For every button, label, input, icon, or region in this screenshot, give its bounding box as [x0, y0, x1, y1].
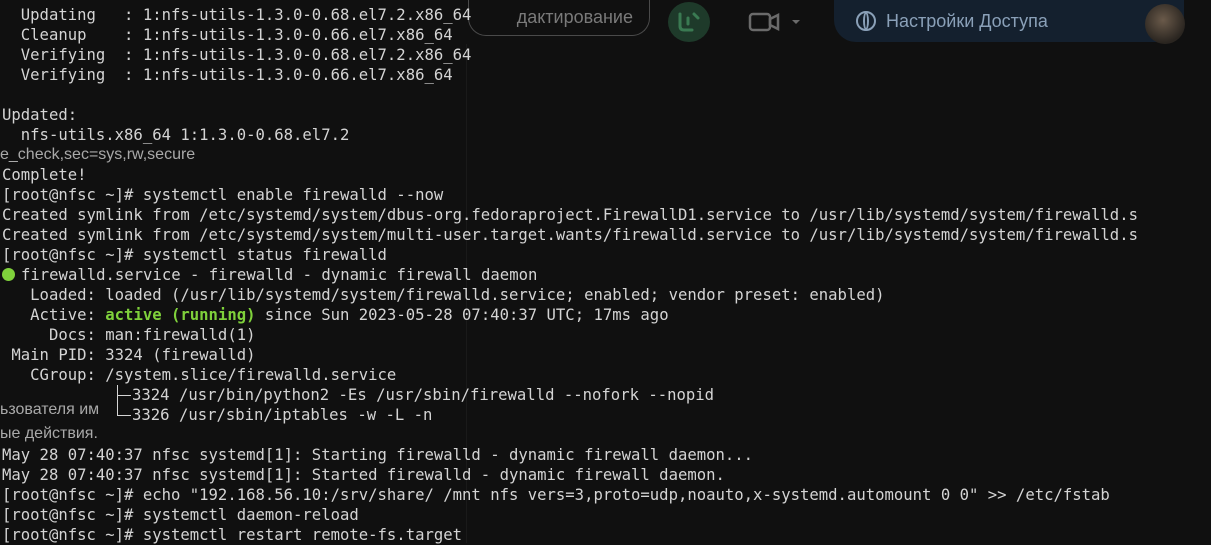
- terminal-line: Created symlink from /etc/systemd/system…: [2, 226, 1138, 244]
- journal-line: May 28 07:40:37 nfsc systemd[1]: Started…: [2, 466, 725, 484]
- terminal-line: Verifying : 1:nfs-utils-1.3.0-0.66.el7.x…: [2, 66, 453, 84]
- loaded-line: Loaded: loaded (/usr/lib/systemd/system/…: [2, 286, 885, 304]
- terminal-line: Updated:: [2, 106, 78, 124]
- terminal-prompt-line: [root@nfsc ~]# systemctl enable firewall…: [2, 186, 444, 204]
- cgroup-line: CGroup: /system.slice/firewalld.service: [2, 366, 397, 384]
- terminal-line: Updating : 1:nfs-utils-1.3.0-0.68.el7.2.…: [2, 6, 472, 24]
- active-since: since Sun 2023-05-28 07:40:37 UTC; 17ms …: [255, 306, 669, 324]
- service-title: firewalld.service - firewalld - dynamic …: [21, 266, 538, 284]
- active-line: Active: active (running) since Sun 2023-…: [2, 305, 669, 325]
- terminal-line: Verifying : 1:nfs-utils-1.3.0-0.68.el7.2…: [2, 46, 472, 64]
- terminal-line: nfs-utils.x86_64 1:1.3.0-0.68.el7.2: [2, 126, 350, 144]
- status-dot-icon: [2, 268, 15, 281]
- journal-line: May 28 07:40:37 nfsc systemd[1]: Startin…: [2, 446, 754, 464]
- docs-line: Docs: man:firewalld(1): [2, 326, 256, 344]
- main-pid-line: Main PID: 3324 (firewalld): [2, 346, 256, 364]
- cgroup-tree-branch: [117, 415, 131, 416]
- terminal-prompt-line: [root@nfsc ~]# echo "192.168.56.10:/srv/…: [2, 486, 1110, 504]
- service-status-header: firewalld.service - firewalld - dynamic …: [2, 265, 537, 285]
- active-label: Active:: [2, 306, 106, 324]
- terminal-line: Cleanup : 1:nfs-utils-1.3.0-0.66.el7.x86…: [2, 26, 453, 44]
- terminal-output[interactable]: Updating : 1:nfs-utils-1.3.0-0.68.el7.2.…: [0, 0, 1211, 544]
- cgroup-tree-branch: [117, 395, 131, 396]
- terminal-prompt-line: [root@nfsc ~]# systemctl daemon-reload: [2, 506, 359, 524]
- terminal-line: Complete!: [2, 166, 87, 184]
- cgroup-tree-line: [117, 385, 132, 415]
- terminal-prompt-line: [root@nfsc ~]# systemctl restart remote-…: [2, 526, 463, 544]
- terminal-line: Created symlink from /etc/systemd/system…: [2, 206, 1138, 224]
- cgroup-process: 3324 /usr/bin/python2 -Es /usr/sbin/fire…: [132, 386, 715, 404]
- cgroup-process: 3326 /usr/sbin/iptables -w -L -n: [132, 406, 433, 424]
- terminal-prompt-line: [root@nfsc ~]# systemctl status firewall…: [2, 246, 387, 264]
- active-state: active (running): [105, 306, 256, 324]
